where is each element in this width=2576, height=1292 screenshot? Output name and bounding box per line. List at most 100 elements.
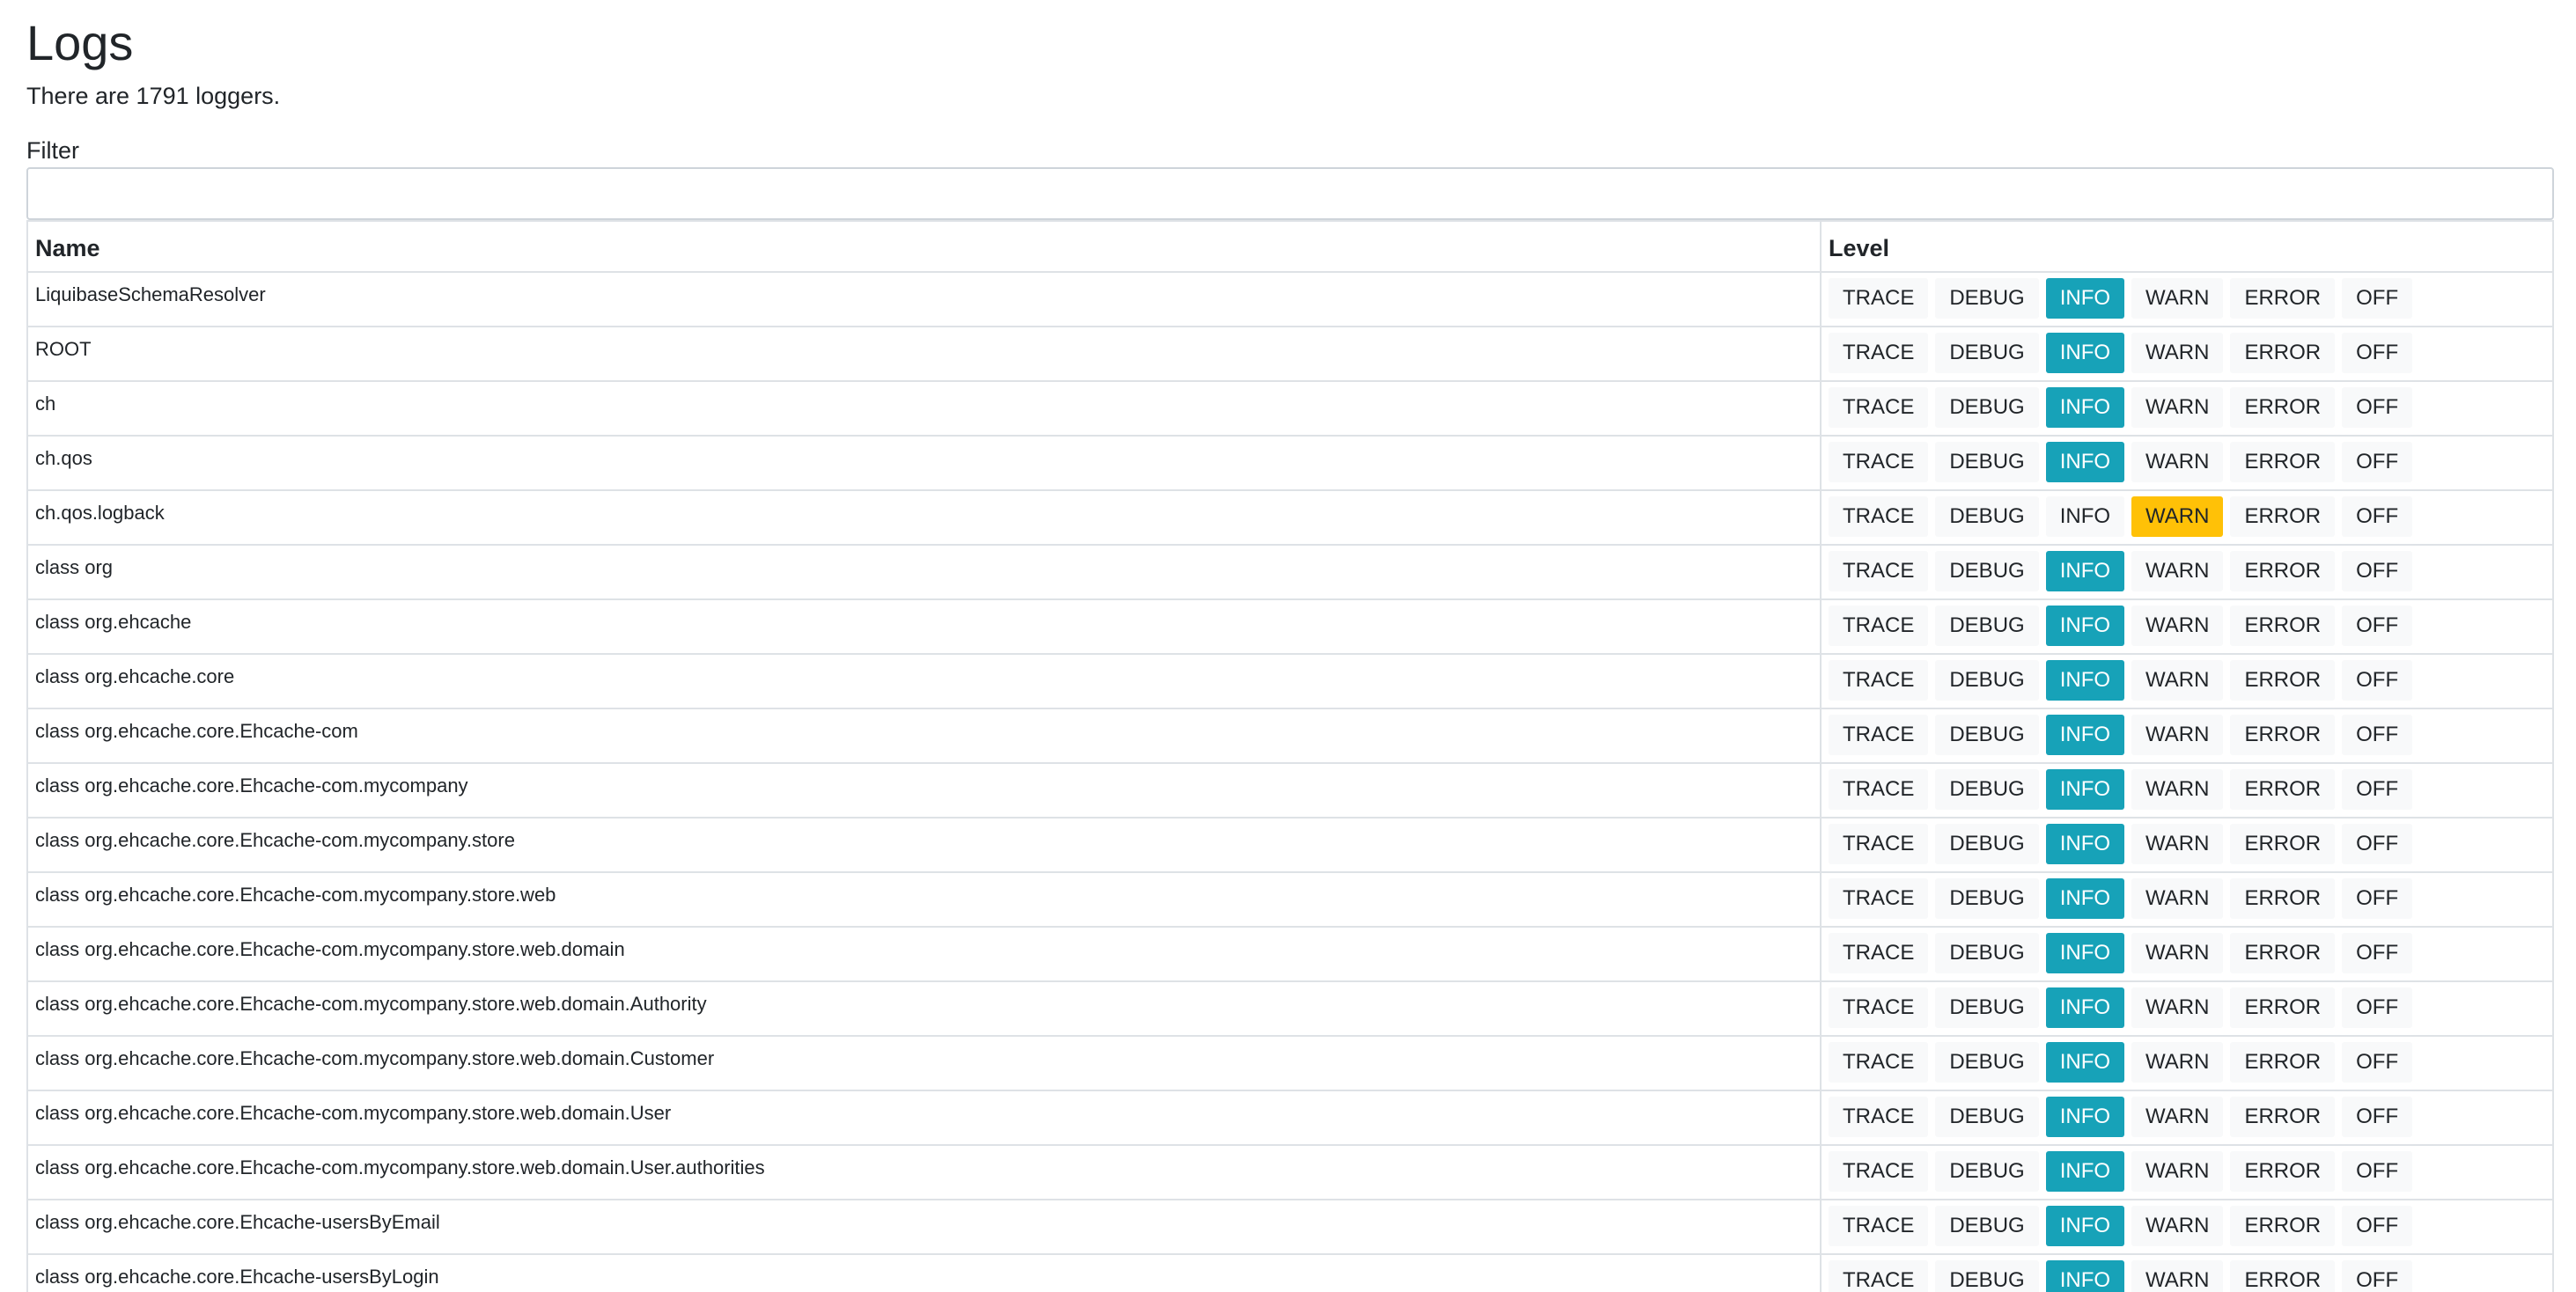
level-button-warn[interactable]: WARN [2131,1097,2224,1137]
level-button-info[interactable]: INFO [2045,987,2125,1028]
level-button-trace[interactable]: TRACE [1829,715,1929,755]
level-button-info[interactable]: INFO [2045,715,2125,755]
level-button-debug[interactable]: DEBUG [1935,496,2039,537]
level-button-trace[interactable]: TRACE [1829,387,1929,428]
level-button-warn[interactable]: WARN [2131,551,2224,591]
level-button-off[interactable]: OFF [2342,769,2413,810]
level-button-trace[interactable]: TRACE [1829,1206,1929,1246]
level-button-warn[interactable]: WARN [2131,606,2224,646]
level-button-error[interactable]: ERROR [2230,278,2336,319]
level-button-info[interactable]: INFO [2045,824,2125,864]
level-button-info[interactable]: INFO [2045,878,2125,919]
level-button-trace[interactable]: TRACE [1829,278,1929,319]
level-button-info[interactable]: INFO [2045,1260,2125,1292]
level-button-off[interactable]: OFF [2342,606,2413,646]
level-button-warn[interactable]: WARN [2131,387,2224,428]
level-button-error[interactable]: ERROR [2230,442,2336,482]
level-button-debug[interactable]: DEBUG [1935,769,2039,810]
level-button-info[interactable]: INFO [2045,769,2125,810]
level-button-off[interactable]: OFF [2342,878,2413,919]
level-button-off[interactable]: OFF [2342,660,2413,701]
level-button-off[interactable]: OFF [2342,1206,2413,1246]
level-button-info[interactable]: INFO [2045,442,2125,482]
level-button-error[interactable]: ERROR [2230,1042,2336,1083]
level-button-off[interactable]: OFF [2342,496,2413,537]
level-button-info[interactable]: INFO [2045,387,2125,428]
level-button-trace[interactable]: TRACE [1829,933,1929,973]
level-button-off[interactable]: OFF [2342,1151,2413,1192]
level-button-trace[interactable]: TRACE [1829,496,1929,537]
level-button-info[interactable]: INFO [2045,551,2125,591]
level-button-error[interactable]: ERROR [2230,1260,2336,1292]
level-button-info[interactable]: INFO [2045,1042,2125,1083]
level-button-info[interactable]: INFO [2045,660,2125,701]
level-button-error[interactable]: ERROR [2230,715,2336,755]
level-button-trace[interactable]: TRACE [1829,824,1929,864]
level-button-warn[interactable]: WARN [2131,1042,2224,1083]
level-button-off[interactable]: OFF [2342,933,2413,973]
level-button-debug[interactable]: DEBUG [1935,1097,2039,1137]
level-button-trace[interactable]: TRACE [1829,1097,1929,1137]
level-button-error[interactable]: ERROR [2230,1206,2336,1246]
level-button-info[interactable]: INFO [2045,1151,2125,1192]
level-button-trace[interactable]: TRACE [1829,769,1929,810]
level-button-debug[interactable]: DEBUG [1935,824,2039,864]
level-button-warn[interactable]: WARN [2131,660,2224,701]
level-button-trace[interactable]: TRACE [1829,660,1929,701]
level-button-debug[interactable]: DEBUG [1935,606,2039,646]
level-button-error[interactable]: ERROR [2230,1097,2336,1137]
level-button-error[interactable]: ERROR [2230,933,2336,973]
level-button-debug[interactable]: DEBUG [1935,987,2039,1028]
level-button-debug[interactable]: DEBUG [1935,1151,2039,1192]
level-button-warn[interactable]: WARN [2131,442,2224,482]
level-button-debug[interactable]: DEBUG [1935,1042,2039,1083]
filter-input[interactable] [26,167,2554,220]
level-button-debug[interactable]: DEBUG [1935,715,2039,755]
level-button-warn[interactable]: WARN [2131,1151,2224,1192]
level-button-off[interactable]: OFF [2342,1097,2413,1137]
level-button-info[interactable]: INFO [2045,496,2125,537]
level-button-error[interactable]: ERROR [2230,333,2336,373]
level-button-debug[interactable]: DEBUG [1935,387,2039,428]
level-button-error[interactable]: ERROR [2230,769,2336,810]
level-button-error[interactable]: ERROR [2230,496,2336,537]
level-button-error[interactable]: ERROR [2230,551,2336,591]
level-button-debug[interactable]: DEBUG [1935,1206,2039,1246]
level-button-off[interactable]: OFF [2342,1042,2413,1083]
level-button-error[interactable]: ERROR [2230,387,2336,428]
level-button-warn[interactable]: WARN [2131,1206,2224,1246]
level-button-off[interactable]: OFF [2342,987,2413,1028]
level-button-info[interactable]: INFO [2045,1206,2125,1246]
level-button-warn[interactable]: WARN [2131,987,2224,1028]
level-button-info[interactable]: INFO [2045,606,2125,646]
level-button-error[interactable]: ERROR [2230,878,2336,919]
level-button-error[interactable]: ERROR [2230,824,2336,864]
level-button-trace[interactable]: TRACE [1829,987,1929,1028]
level-button-debug[interactable]: DEBUG [1935,933,2039,973]
level-button-warn[interactable]: WARN [2131,496,2224,537]
level-button-debug[interactable]: DEBUG [1935,660,2039,701]
level-button-off[interactable]: OFF [2342,824,2413,864]
level-button-error[interactable]: ERROR [2230,660,2336,701]
level-button-trace[interactable]: TRACE [1829,551,1929,591]
level-button-warn[interactable]: WARN [2131,824,2224,864]
level-button-debug[interactable]: DEBUG [1935,1260,2039,1292]
level-button-warn[interactable]: WARN [2131,933,2224,973]
level-button-info[interactable]: INFO [2045,333,2125,373]
level-button-trace[interactable]: TRACE [1829,1042,1929,1083]
level-button-error[interactable]: ERROR [2230,987,2336,1028]
level-button-off[interactable]: OFF [2342,333,2413,373]
level-button-off[interactable]: OFF [2342,551,2413,591]
level-button-off[interactable]: OFF [2342,387,2413,428]
level-button-info[interactable]: INFO [2045,933,2125,973]
level-button-debug[interactable]: DEBUG [1935,551,2039,591]
level-button-trace[interactable]: TRACE [1829,1260,1929,1292]
level-button-warn[interactable]: WARN [2131,715,2224,755]
level-button-warn[interactable]: WARN [2131,769,2224,810]
level-button-trace[interactable]: TRACE [1829,333,1929,373]
level-button-trace[interactable]: TRACE [1829,1151,1929,1192]
level-button-warn[interactable]: WARN [2131,333,2224,373]
level-button-debug[interactable]: DEBUG [1935,878,2039,919]
level-button-info[interactable]: INFO [2045,1097,2125,1137]
level-button-warn[interactable]: WARN [2131,878,2224,919]
